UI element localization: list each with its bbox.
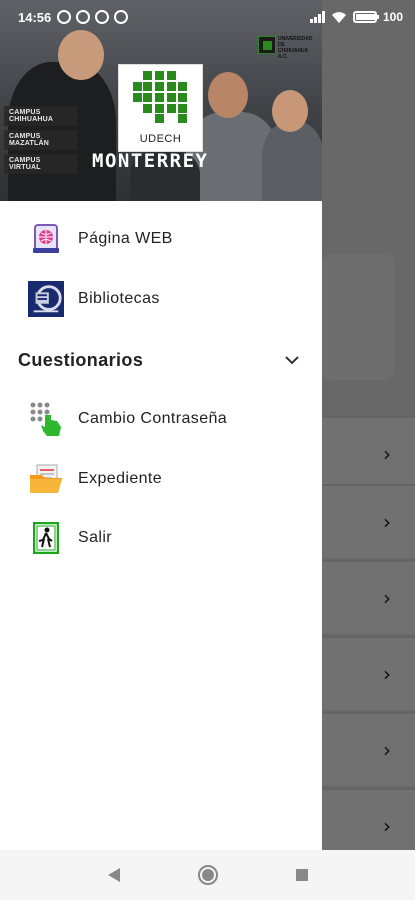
recents-icon[interactable]	[290, 863, 314, 887]
menu-item-label: Página WEB	[78, 230, 173, 247]
university-badge: UNIVERSIDAD DE CHIHUAHUA A.C. EDUCACIÓN …	[256, 36, 318, 62]
campus-tags: CAMPUS CHIHUAHUA CAMPUS MAZATLÁN CAMPUS …	[4, 106, 78, 174]
back-icon[interactable]	[102, 863, 126, 887]
photo-person-head	[58, 30, 104, 80]
chevron-down-icon[interactable]	[282, 350, 302, 370]
section-title: Cuestionarios	[18, 349, 144, 370]
web-page-icon	[28, 221, 64, 257]
photo-person-head	[208, 72, 248, 118]
udech-logo: UDECH	[118, 64, 203, 152]
campus-tag: CAMPUS VIRTUAL	[4, 154, 78, 174]
campus-tag: CAMPUS CHIHUAHUA	[4, 106, 78, 126]
battery-percent: 100	[382, 10, 403, 24]
alarm-icon	[76, 10, 91, 24]
logo-pixel-mark	[133, 71, 190, 123]
photo-person-head	[272, 90, 308, 132]
menu-item-salir[interactable]: Salir	[0, 511, 322, 565]
wifi-icon	[331, 11, 346, 23]
university-logo-icon	[258, 36, 276, 54]
notification-icons	[57, 10, 129, 24]
keypad-password-icon	[28, 401, 64, 437]
menu-item-pagina-web[interactable]: Página WEB	[0, 212, 322, 266]
logo-text: UDECH	[139, 133, 182, 145]
photo-person	[262, 122, 322, 201]
exit-icon	[28, 520, 64, 556]
menu-item-label: Bibliotecas	[78, 290, 160, 307]
section-cuestionarios[interactable]: Cuestionarios	[0, 340, 322, 380]
menu-item-label: Cambio Contraseña	[78, 410, 228, 427]
menu-item-expediente[interactable]: Expediente	[0, 452, 322, 506]
folder-icon	[28, 461, 64, 497]
status-bar: 14:56 100	[0, 0, 415, 34]
system-navigation-bar	[0, 850, 415, 900]
battery-icon	[352, 11, 379, 23]
menu-item-bibliotecas[interactable]: Bibliotecas	[0, 272, 322, 326]
home-icon[interactable]	[196, 863, 220, 887]
campus-tag: CAMPUS MAZATLÁN	[4, 130, 78, 150]
signal-icon	[309, 11, 325, 23]
menu-item-label: Expediente	[78, 470, 163, 487]
navigation-drawer: CAMPUS CHIHUAHUA CAMPUS MAZATLÁN CAMPUS …	[0, 0, 322, 850]
status-time: 14:56	[18, 9, 52, 25]
menu-item-label: Salir	[78, 529, 113, 546]
university-badge-subtitle: EDUCACIÓN A TU ALCANCE	[258, 56, 312, 61]
campus-name: MONTERREY	[92, 150, 209, 172]
notification-icon	[95, 10, 110, 24]
notification-icon	[114, 10, 129, 24]
library-icon	[28, 281, 64, 317]
menu-item-cambio-contrasena[interactable]: Cambio Contraseña	[0, 392, 322, 446]
notification-icon	[57, 10, 72, 24]
